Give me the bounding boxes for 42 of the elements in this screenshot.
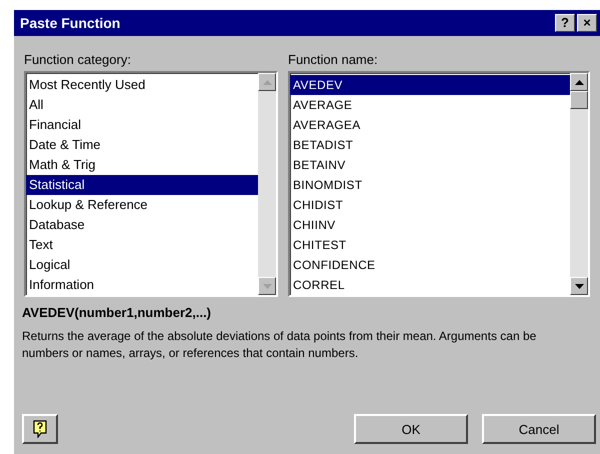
list-item[interactable]: All [26,95,258,115]
list-item[interactable]: Lookup & Reference [26,195,258,215]
list-item[interactable]: BINOMDIST [290,175,570,195]
up-arrow-icon [574,80,584,84]
list-item[interactable]: CHIDIST [290,195,570,215]
list-item[interactable]: CONFIDENCE [290,255,570,275]
list-item[interactable]: Database [26,215,258,235]
list-item[interactable]: CORREL [290,275,570,295]
window-title: Paste Function [20,15,122,31]
list-item[interactable]: Math & Trig [26,155,258,175]
help-balloon-icon [33,420,47,438]
list-item[interactable]: Most Recently Used [26,75,258,95]
list-item[interactable]: AVEDEV [290,75,570,95]
office-assistant-button[interactable] [22,414,58,444]
list-item[interactable]: BETADIST [290,135,570,155]
function-description: Returns the average of the absolute deviations of data points from their mean. Arguments can be numbers or names, arrays, or references that contain numbers. [21,328,538,362]
scroll-up-button[interactable] [258,73,276,91]
list-item[interactable]: CHIINV [290,215,570,235]
category-label: Function category: [24,52,132,67]
list-item[interactable]: Statistical [26,175,258,195]
list-item[interactable]: Date & Time [26,135,258,155]
help-button[interactable]: ? [555,14,575,32]
list-item[interactable]: Information [26,275,258,295]
scroll-up-button[interactable] [570,73,588,91]
list-item[interactable]: BETAINV [290,155,570,175]
list-item[interactable]: CHITEST [290,235,570,255]
down-arrow-icon [262,284,272,288]
list-item[interactable]: Financial [26,115,258,135]
up-arrow-icon [262,80,272,84]
scroll-thumb[interactable] [570,91,588,109]
function-name-label: Function name: [288,52,379,67]
close-button[interactable]: × [577,14,597,32]
list-item[interactable]: Logical [26,255,258,275]
scroll-down-button[interactable] [570,277,588,295]
cancel-button[interactable]: Cancel [482,414,596,444]
down-arrow-icon [574,284,584,288]
list-item[interactable]: AVERAGEA [290,115,570,135]
ok-button[interactable]: OK [354,414,468,444]
function-syntax: AVEDEV(number1,number2,...) [21,304,212,320]
list-item[interactable]: Text [26,235,258,255]
scroll-down-button[interactable] [258,277,276,295]
list-item[interactable]: AVERAGE [290,95,570,115]
